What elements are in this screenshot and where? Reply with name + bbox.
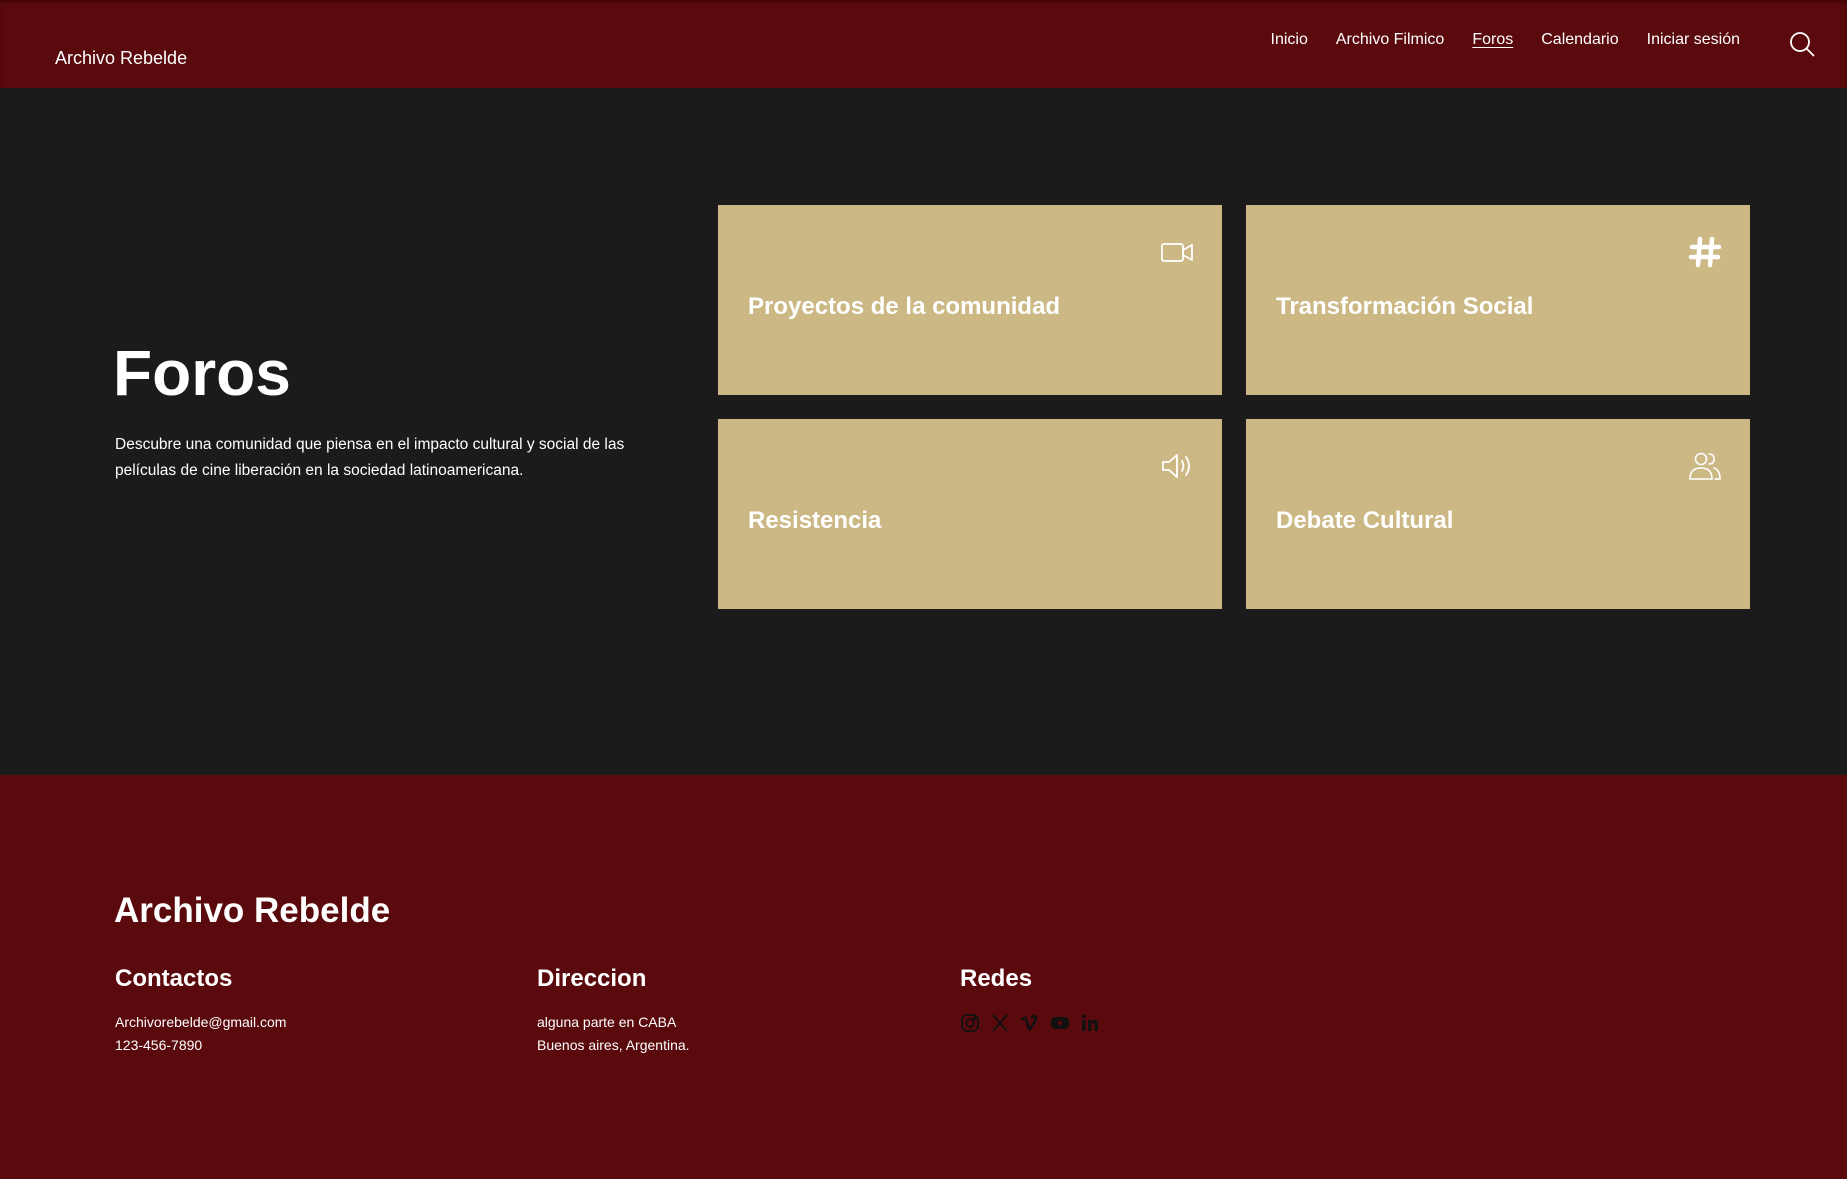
forum-card-proyectos[interactable]: Proyectos de la comunidad [718,205,1222,395]
users-icon [1688,449,1722,483]
linkedin-icon[interactable] [1080,1013,1100,1033]
footer-heading: Direccion [537,965,647,992]
nav-item-inicio[interactable]: Inicio [1271,31,1308,49]
nav-item-iniciar-sesion[interactable]: Iniciar sesión [1647,31,1740,49]
forum-card-transformacion[interactable]: Transformación Social [1246,205,1750,395]
address-line: alguna parte en CABA [537,1014,677,1030]
x-icon[interactable] [990,1013,1010,1033]
footer-heading: Contactos [115,965,233,992]
forum-cards-grid: Proyectos de la comunidad Transformación… [718,205,1750,609]
forum-card-title: Debate Cultural [1276,507,1454,534]
footer-direccion: Direccion alguna parte en CABA Buenos ai… [537,965,877,1057]
page-title: Foros [113,337,291,409]
forum-card-debate[interactable]: Debate Cultural [1246,419,1750,609]
contact-phone[interactable]: 123-456-7890 [115,1034,455,1057]
speaker-icon [1160,449,1194,483]
site-header: Archivo Rebelde Inicio Archivo Filmico F… [0,0,1847,88]
nav-item-archivo-filmico[interactable]: Archivo Filmico [1336,31,1444,49]
hashtag-icon [1688,235,1722,269]
forum-card-title: Proyectos de la comunidad [748,293,1061,320]
social-links [960,1013,1300,1033]
forum-card-title: Resistencia [748,507,882,534]
page-description: Descubre una comunidad que piensa en el … [115,436,625,479]
nav-item-foros[interactable]: Foros [1472,31,1513,49]
forum-card-title: Transformación Social [1276,293,1534,320]
youtube-icon[interactable] [1050,1013,1070,1033]
site-brand[interactable]: Archivo Rebelde [55,48,187,69]
footer-redes: Redes [960,965,1300,1033]
main-nav: Inicio Archivo Filmico Foros Calendario … [1271,31,1741,49]
forums-section: Foros Descubre una comunidad que piensa … [0,88,1847,775]
site-footer: Archivo Rebelde Contactos Archivorebelde… [0,775,1847,1179]
footer-brand: Archivo Rebelde [114,891,391,930]
nav-item-calendario[interactable]: Calendario [1541,31,1618,49]
footer-contactos: Contactos Archivorebelde@gmail.com 123-4… [115,965,455,1057]
vimeo-icon[interactable] [1020,1013,1040,1033]
search-icon[interactable] [1788,30,1816,58]
instagram-icon[interactable] [960,1013,980,1033]
contact-email[interactable]: Archivorebelde@gmail.com [115,1011,455,1034]
forum-card-resistencia[interactable]: Resistencia [718,419,1222,609]
address-line: Buenos aires, Argentina. [537,1037,690,1053]
video-camera-icon [1160,235,1194,269]
footer-heading: Redes [960,965,1033,992]
